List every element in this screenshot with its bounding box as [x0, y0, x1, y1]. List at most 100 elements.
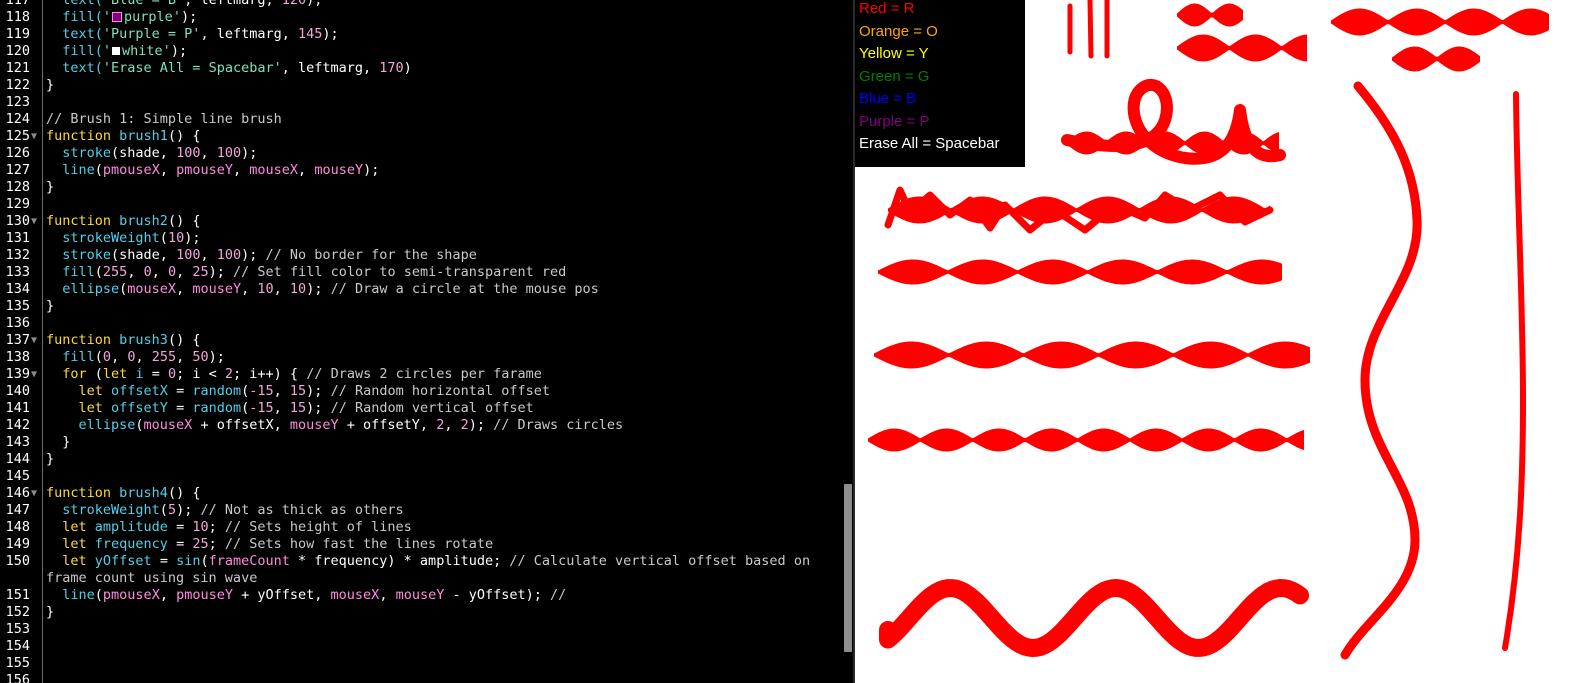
- code-token: ; i++) {: [233, 366, 307, 382]
- code-line[interactable]: function brush2() {: [46, 213, 200, 230]
- code-line[interactable]: frame count using sin wave: [46, 570, 257, 587]
- code-token: fill: [46, 349, 95, 365]
- code-line[interactable]: ellipse(mouseX, mouseY, 10, 10); // Draw…: [46, 281, 599, 298]
- code-token: }: [46, 179, 55, 195]
- line-number: 145: [5, 468, 30, 484]
- code-token: strokeWeight: [46, 230, 160, 246]
- code-token: // Sets height of lines: [224, 519, 412, 535]
- line-number: 155: [5, 655, 30, 671]
- code-line[interactable]: }: [46, 434, 70, 451]
- code-token: );: [306, 281, 331, 297]
- code-token: ,: [176, 264, 193, 280]
- code-token: ,: [111, 349, 128, 365]
- code-token: , leftmarg,: [281, 60, 380, 76]
- code-token: =: [151, 553, 177, 569]
- code-line[interactable]: fill(0, 0, 255, 50);: [46, 349, 225, 366]
- code-line[interactable]: stroke(shade, 100, 100);: [46, 145, 257, 162]
- code-line[interactable]: }: [46, 604, 54, 621]
- code-line[interactable]: text('Blue = B', leftmarg, 120);: [46, 0, 322, 9]
- line-number: 136: [5, 315, 30, 331]
- code-line[interactable]: }: [46, 77, 54, 94]
- code-token: (shade,: [111, 145, 177, 161]
- code-token: 15: [289, 383, 307, 399]
- legend-blue: Blue = B: [859, 90, 917, 107]
- code-token: frame count using sin wave: [46, 570, 258, 586]
- code-line[interactable]: }: [46, 179, 54, 196]
- line-number: 118: [5, 9, 30, 25]
- line-number: 152: [5, 604, 30, 620]
- code-line[interactable]: fill(255, 0, 0, 25); // Set fill color t…: [46, 264, 566, 281]
- code-token: pmouseX: [102, 162, 160, 178]
- code-token: mouseY: [314, 162, 364, 178]
- code-token: // Calculate vertical offset based on: [509, 553, 811, 569]
- fold-arrow-icon[interactable]: ▼: [31, 332, 37, 349]
- code-line[interactable]: fill(' purple');: [46, 9, 197, 26]
- code-token: ,: [151, 264, 168, 280]
- code-line[interactable]: }: [46, 451, 54, 468]
- code-token: 2: [224, 366, 234, 382]
- code-token: - yOffset);: [444, 587, 551, 603]
- code-line[interactable]: text('Purple = P', leftmarg, 145);: [46, 26, 338, 43]
- code-line[interactable]: let amplitude = 10; // Sets height of li…: [46, 519, 412, 536]
- code-token: ,: [159, 162, 177, 178]
- code-line[interactable]: fill(' white');: [46, 43, 187, 60]
- code-line[interactable]: let offsetX = random(-15, 15); // Random…: [46, 383, 551, 400]
- code-line[interactable]: function brush4() {: [46, 485, 200, 502]
- code-token: yOffset: [94, 553, 152, 569]
- line-number: 122: [5, 77, 30, 93]
- code-line[interactable]: ellipse(mouseX + offsetX, mouseY + offse…: [46, 417, 624, 434]
- code-line[interactable]: let frequency = 25; // Sets how fast the…: [46, 536, 493, 553]
- code-token: 10: [167, 230, 185, 246]
- code-token: mouseX: [249, 162, 299, 178]
- code-token: fill: [46, 264, 95, 280]
- line-number: 130: [5, 213, 30, 229]
- fold-arrow-icon[interactable]: ▼: [31, 213, 37, 230]
- code-token: ,: [273, 383, 290, 399]
- sketch-canvas[interactable]: Red = R Orange = O Yellow = Y Green = G …: [855, 0, 1572, 683]
- code-token: ,: [273, 400, 290, 416]
- line-number: 123: [5, 94, 30, 110]
- code-line[interactable]: // Brush 1: Simple line brush: [46, 111, 282, 128]
- code-token: 25: [192, 536, 209, 552]
- code-editor[interactable]: 117 text('Blue = B', leftmarg, 120); 118 …: [0, 0, 853, 683]
- code-line[interactable]: let yOffset = sin(frameCount * frequency…: [46, 553, 810, 570]
- code-token: ,: [176, 349, 193, 365]
- code-token: ,: [379, 587, 396, 603]
- fold-arrow-icon[interactable]: ▼: [31, 366, 37, 383]
- fold-arrow-icon[interactable]: ▼: [31, 485, 37, 502]
- code-token: let: [46, 536, 95, 552]
- code-token: function: [46, 485, 120, 501]
- code-line[interactable]: line(pmouseX, pmouseY, mouseX, mouseY);: [46, 162, 379, 179]
- line-number: 154: [5, 638, 30, 654]
- line-number: 150: [5, 553, 30, 569]
- fold-arrow-icon[interactable]: ▼: [31, 128, 37, 145]
- code-token: ,: [233, 162, 250, 178]
- line-number: 149: [5, 536, 30, 552]
- legend-red: Red = R: [859, 0, 915, 17]
- code-line[interactable]: for (let i = 0; i < 2; i++) { // Draws 2…: [46, 366, 542, 383]
- line-number: 128: [5, 179, 30, 195]
- code-line[interactable]: let offsetY = random(-15, 15); // Random…: [46, 400, 534, 417]
- editor-scrollbar-thumb[interactable]: [844, 484, 852, 652]
- code-line[interactable]: }: [46, 298, 54, 315]
- line-number: 156: [5, 672, 30, 683]
- code-token: 100: [216, 145, 242, 161]
- code-token: }: [46, 604, 55, 620]
- code-token: }: [46, 77, 55, 93]
- code-line[interactable]: strokeWeight(10);: [46, 230, 200, 247]
- code-token: 10: [192, 519, 209, 535]
- code-token: ellipse: [46, 417, 136, 433]
- code-line[interactable]: function brush1() {: [46, 128, 200, 145]
- code-line[interactable]: stroke(shade, 100, 100); // No border fo…: [46, 247, 477, 264]
- brush-band: [878, 259, 1282, 285]
- code-line[interactable]: line(pmouseX, pmouseY + yOffset, mouseX,…: [46, 587, 566, 604]
- code-token: text(: [46, 0, 103, 8]
- code-token: purple': [124, 9, 181, 25]
- code-line[interactable]: function brush3() {: [46, 332, 200, 349]
- line-number: 121: [5, 60, 30, 76]
- line-number: 146: [5, 485, 30, 501]
- brush-stroke: [1087, 0, 1094, 59]
- code-token: white': [122, 43, 171, 59]
- code-line[interactable]: strokeWeight(5); // Not as thick as othe…: [46, 502, 403, 519]
- code-line[interactable]: text('Erase All = Spacebar', leftmarg, 1…: [46, 60, 412, 77]
